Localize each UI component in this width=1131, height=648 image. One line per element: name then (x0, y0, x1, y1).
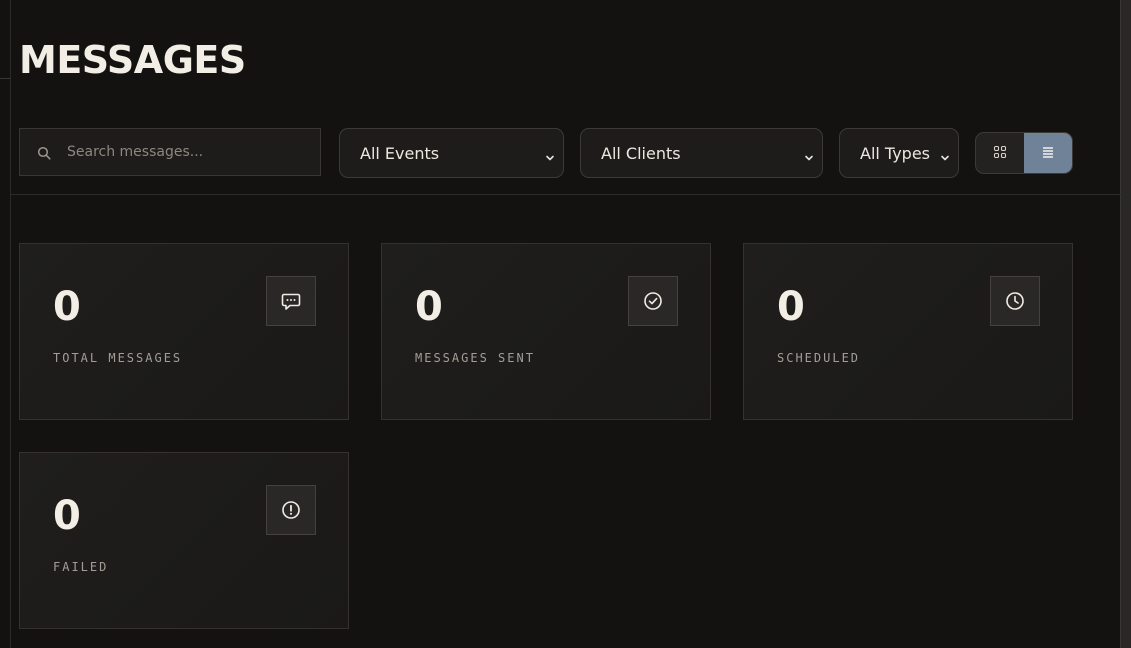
stat-card-total-messages: 0 TOTAL MESSAGES (19, 243, 349, 420)
chat-bubble-icon (266, 276, 316, 326)
clock-icon (990, 276, 1040, 326)
types-filter-value: All Types (860, 143, 931, 163)
sidebar-divider (0, 78, 10, 79)
events-filter-select[interactable]: All Events (339, 128, 564, 178)
chevron-down-icon (940, 148, 950, 161)
stat-card-messages-sent: 0 MESSAGES SENT (381, 243, 711, 420)
stat-value: 0 (415, 284, 443, 330)
stat-card-failed: 0 FAILED (19, 452, 349, 629)
page-title: MESSAGES (19, 38, 246, 82)
stat-value: 0 (53, 493, 81, 539)
stat-value: 0 (777, 284, 805, 330)
types-filter-select[interactable]: All Types (839, 128, 959, 178)
list-view-button[interactable] (1024, 133, 1072, 173)
grid-view-button[interactable] (976, 133, 1024, 173)
alert-circle-icon (266, 485, 316, 535)
stat-value: 0 (53, 284, 81, 330)
search-input[interactable] (67, 129, 320, 175)
search-icon (37, 145, 51, 160)
grid-icon (993, 144, 1007, 163)
vertical-scrollbar[interactable] (1120, 0, 1131, 648)
stat-label: TOTAL MESSAGES (53, 351, 183, 365)
clients-filter-select[interactable]: All Clients (580, 128, 823, 178)
search-box[interactable] (19, 128, 321, 176)
sidebar-edge (0, 0, 11, 648)
view-toggle (975, 132, 1073, 174)
messages-page: MESSAGES All Events All Clients All Type… (0, 0, 1131, 648)
events-filter-value: All Events (360, 143, 440, 163)
chevron-down-icon (545, 148, 555, 161)
toolbar-divider (11, 194, 1121, 195)
stat-label: FAILED (53, 560, 109, 574)
clients-filter-value: All Clients (601, 143, 681, 163)
check-circle-icon (628, 276, 678, 326)
chevron-down-icon (804, 148, 814, 161)
stat-card-scheduled: 0 SCHEDULED (743, 243, 1073, 420)
stat-label: SCHEDULED (777, 351, 861, 365)
list-icon (1041, 144, 1055, 163)
stat-label: MESSAGES SENT (415, 351, 535, 365)
